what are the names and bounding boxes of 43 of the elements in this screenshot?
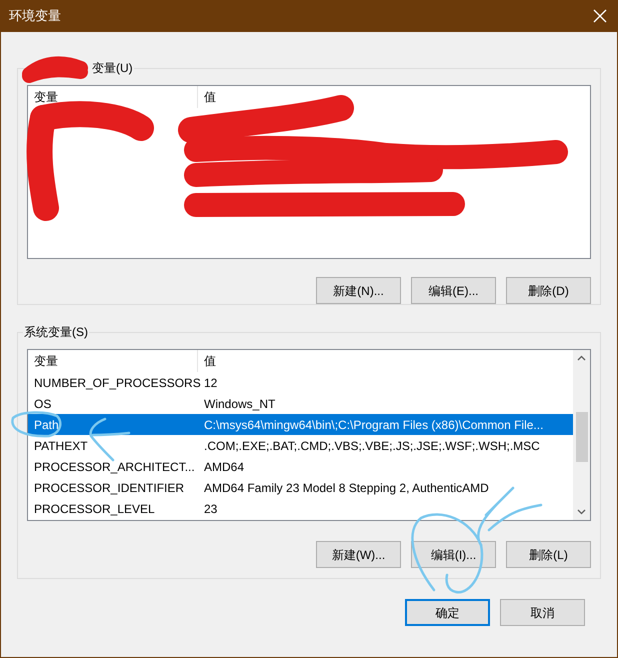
variable-name: PROCESSOR_IDENTIFIER (34, 480, 184, 496)
variable-value: 23 (203, 500, 218, 518)
variable-value: .COM;.EXE;.BAT;.CMD;.VBS;.VBE;.JS;.JSE;.WSF;.WSH;.MSC (203, 438, 541, 454)
variable-row[interactable]: OS Windows_NT (28, 393, 573, 414)
variable-value: AMD64 (203, 458, 246, 476)
dialog-button[interactable]: 删除(L) (506, 541, 591, 568)
variable-row[interactable]: PROCESSOR_IDENTIFIER AMD64 Family 23 Model 8 Stepping 2, AuthenticAMD (28, 477, 573, 498)
dialog-button[interactable]: 确定 (405, 599, 490, 626)
column-header[interactable]: 变量 (28, 86, 198, 108)
window-title: 环境变量 (9, 7, 61, 26)
scrollbar-thumb[interactable] (576, 412, 588, 462)
group-label: 系统变量(S) (23, 324, 89, 341)
variable-name: PROCESSOR_LEVEL (34, 500, 155, 518)
group-label: 变量(U) (91, 60, 134, 77)
variable-name: Path (34, 416, 59, 434)
column-header[interactable]: 变量 (28, 350, 198, 372)
close-icon[interactable] (593, 9, 607, 23)
dialog-button[interactable]: 新建(W)... (316, 541, 401, 568)
variable-name: OS (34, 396, 52, 412)
dialog-button[interactable]: 编辑(E)... (411, 277, 496, 304)
variable-name: NUMBER_OF_PROCESSORS (34, 374, 201, 392)
variable-value: Windows_NT (203, 396, 276, 412)
variable-name: PATHEXT (34, 438, 88, 454)
dialog-button[interactable]: 编辑(I)... (411, 541, 496, 568)
variable-value: C:\msys64\mingw64\bin\;C:\Program Files (x86)\Common File... (203, 416, 544, 434)
scroll-down-icon[interactable] (577, 509, 586, 515)
variable-row[interactable]: NUMBER_OF_PROCESSORS 12 (28, 372, 573, 393)
variable-value: 12 (203, 374, 218, 392)
variable-row[interactable]: PROCESSOR_LEVEL 23 (28, 498, 573, 519)
dialog-button[interactable]: 新建(N)... (316, 277, 401, 304)
hand-drawn-arrow-drawing (89, 418, 130, 462)
variable-row[interactable]: PROCESSOR_ARCHITECT... AMD64 (28, 456, 573, 477)
variable-name: PROCESSOR_ARCHITECT... (34, 458, 195, 476)
scrollbar[interactable] (573, 350, 590, 520)
dialog-button[interactable]: 删除(D) (506, 277, 591, 304)
dialog-button[interactable]: 取消 (500, 599, 585, 626)
column-header[interactable]: 值 (198, 86, 572, 108)
column-header[interactable]: 值 (198, 350, 573, 372)
variable-row[interactable]: Path C:\msys64\mingw64\bin\;C:\Program Files (x86)\Common File... (28, 414, 573, 435)
variable-row[interactable]: PATHEXT .COM;.EXE;.BAT;.CMD;.VBS;.VBE;.JS;.JSE;.WSF;.WSH;.MSC (28, 435, 573, 456)
scroll-up-icon[interactable] (577, 355, 586, 361)
hand-drawn-circle-drawing (11, 411, 62, 438)
variable-value: AMD64 Family 23 Model 8 Stepping 2, AuthenticAMD (203, 480, 490, 496)
